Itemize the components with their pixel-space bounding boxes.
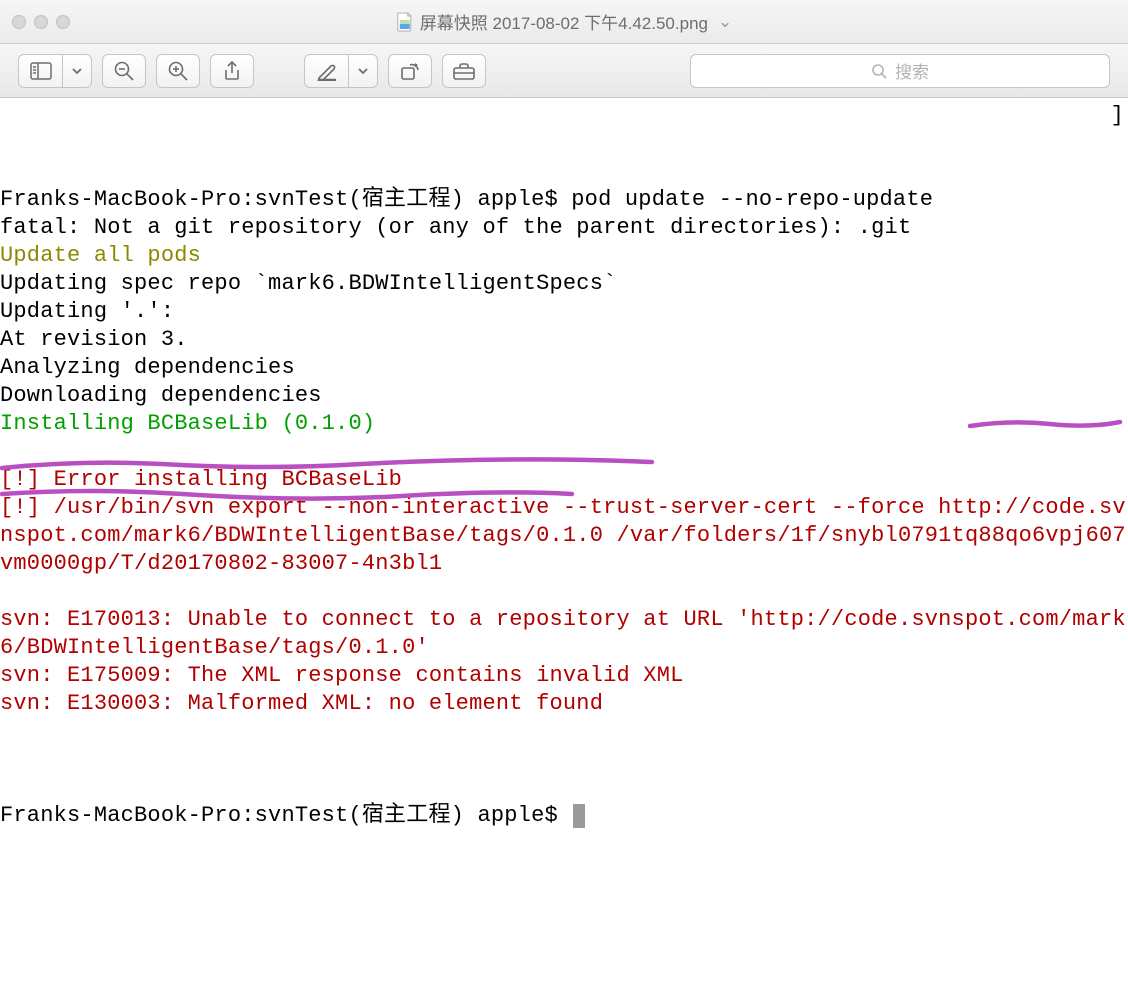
terminal-line: At revision 3. bbox=[0, 326, 1128, 354]
terminal-line: Update all pods bbox=[0, 242, 1128, 270]
terminal-line: svn: E130003: Malformed XML: no element … bbox=[0, 690, 1128, 718]
terminal-line: svn: E170013: Unable to connect to a rep… bbox=[0, 606, 1128, 662]
zoom-out-button[interactable] bbox=[102, 54, 146, 88]
sidebar-toggle-group bbox=[18, 54, 92, 88]
terminal-line: Installing BCBaseLib (0.1.0) bbox=[0, 410, 1128, 438]
zoom-window-button[interactable] bbox=[56, 15, 70, 29]
terminal-line bbox=[0, 578, 1128, 606]
terminal-line: Updating spec repo `mark6.BDWIntelligent… bbox=[0, 270, 1128, 298]
toolbox-button[interactable] bbox=[442, 54, 486, 88]
terminal-line: svn: E175009: The XML response contains … bbox=[0, 662, 1128, 690]
traffic-lights bbox=[12, 15, 70, 29]
markup-group bbox=[304, 54, 378, 88]
terminal-line: Updating '.': bbox=[0, 298, 1128, 326]
terminal-line: [!] Error installing BCBaseLib bbox=[0, 466, 1128, 494]
terminal-line: Downloading dependencies bbox=[0, 382, 1128, 410]
file-type-icon bbox=[396, 12, 414, 32]
right-bracket-glyph: ] bbox=[1111, 102, 1124, 130]
markup-menu[interactable] bbox=[348, 54, 378, 88]
share-button[interactable] bbox=[210, 54, 254, 88]
minimize-window-button[interactable] bbox=[34, 15, 48, 29]
zoom-in-button[interactable] bbox=[156, 54, 200, 88]
window-title-text: 屏幕快照 2017-08-02 下午4.42.50.png bbox=[420, 9, 708, 34]
sidebar-toggle-menu[interactable] bbox=[62, 54, 92, 88]
search-placeholder: 搜索 bbox=[895, 58, 929, 83]
sidebar-toggle-button[interactable] bbox=[18, 54, 62, 88]
shell-prompt: Franks-MacBook-Pro:svnTest(宿主工程) apple$ bbox=[0, 803, 571, 828]
terminal-output: ] Franks-MacBook-Pro:svnTest(宿主工程) apple… bbox=[0, 98, 1128, 998]
terminal-line: fatal: Not a git repository (or any of t… bbox=[0, 214, 1128, 242]
window-title-group[interactable]: 屏幕快照 2017-08-02 下午4.42.50.png ⌄ bbox=[396, 9, 732, 34]
prompt-line: Franks-MacBook-Pro:svnTest(宿主工程) apple$ bbox=[0, 802, 1128, 830]
terminal-line: Franks-MacBook-Pro:svnTest(宿主工程) apple$ … bbox=[0, 186, 1128, 214]
cursor bbox=[573, 804, 585, 828]
search-icon bbox=[871, 63, 887, 79]
search-input[interactable]: 搜索 bbox=[690, 54, 1110, 88]
terminal-line: Analyzing dependencies bbox=[0, 354, 1128, 382]
terminal-line: [!] /usr/bin/svn export --non-interactiv… bbox=[0, 494, 1128, 578]
terminal-line bbox=[0, 718, 1128, 746]
close-window-button[interactable] bbox=[12, 15, 26, 29]
terminal-line bbox=[0, 438, 1128, 466]
markup-button[interactable] bbox=[304, 54, 348, 88]
rotate-button[interactable] bbox=[388, 54, 432, 88]
toolbar: 搜索 bbox=[0, 44, 1128, 98]
title-dropdown-icon[interactable]: ⌄ bbox=[718, 12, 732, 32]
titlebar: 屏幕快照 2017-08-02 下午4.42.50.png ⌄ bbox=[0, 0, 1128, 44]
